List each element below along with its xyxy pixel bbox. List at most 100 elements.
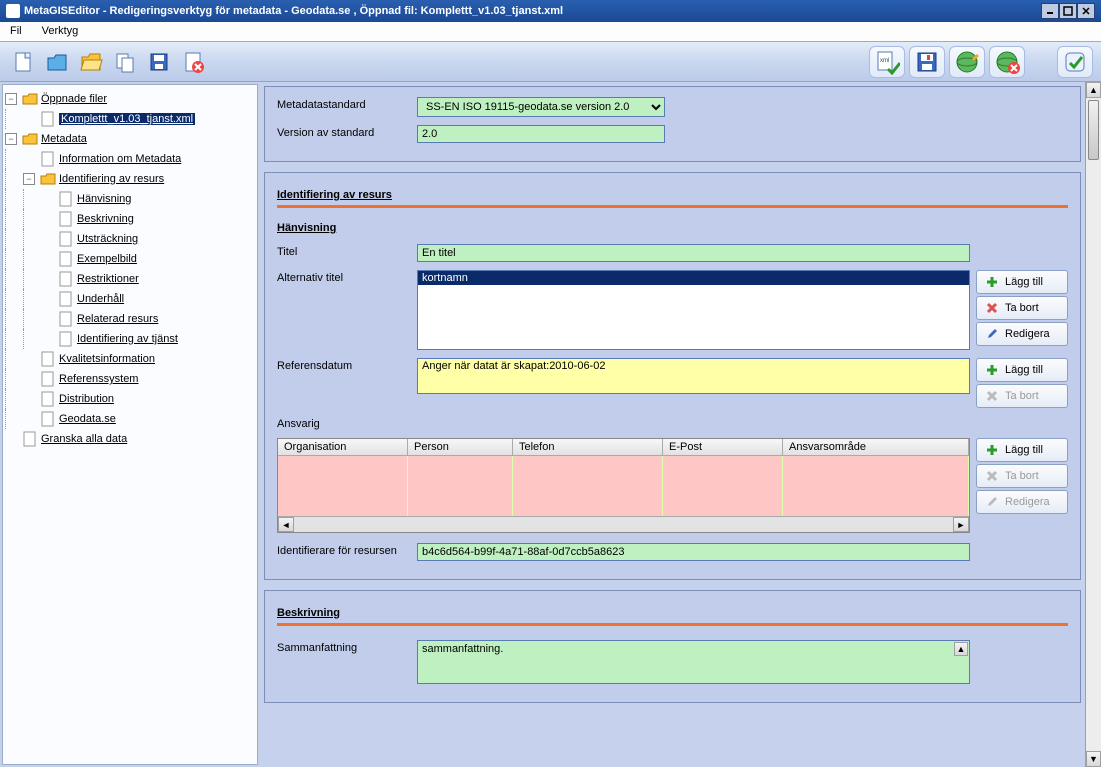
tree-kvalitet[interactable]: Kvalitetsinformation: [59, 353, 155, 365]
table-cell[interactable]: [408, 456, 513, 516]
metadatastandard-select[interactable]: SS-EN ISO 19115-geodata.se version 2.0: [417, 97, 665, 117]
metadatastandard-label: Metadatastandard: [277, 97, 417, 111]
validate-check-button[interactable]: [1057, 46, 1093, 78]
h-scroll-track[interactable]: [294, 517, 953, 532]
new-file-button[interactable]: [8, 47, 38, 77]
col-person[interactable]: Person: [408, 439, 513, 456]
tree-distribution[interactable]: Distribution: [59, 393, 114, 405]
scroll-up-icon[interactable]: ▲: [1086, 82, 1101, 98]
globe-delete-button[interactable]: [989, 46, 1025, 78]
tree-collapse-icon[interactable]: −: [5, 133, 17, 145]
version-standard-label: Version av standard: [277, 125, 417, 139]
folder-open-icon: [22, 91, 38, 107]
sidebar-tree[interactable]: − Öppnade filer Komplettt_v1.03_tjanst.x…: [2, 84, 258, 765]
tree-ident-resurs[interactable]: Identifiering av resurs: [59, 173, 164, 185]
alt-titel-add-button[interactable]: Lägg till: [976, 270, 1068, 294]
table-cell[interactable]: [513, 456, 663, 516]
svg-text:xml: xml: [880, 58, 889, 64]
table-cell[interactable]: [663, 456, 783, 516]
refdatum-listbox[interactable]: Anger när datat är skapat:2010-06-02: [417, 358, 970, 394]
tree-collapse-icon[interactable]: −: [5, 93, 17, 105]
x-icon: [985, 389, 999, 403]
refdatum-item[interactable]: Anger när datat är skapat:2010-06-02: [418, 359, 969, 373]
ansvarig-edit-button[interactable]: Redigera: [976, 490, 1068, 514]
plus-icon: [985, 363, 999, 377]
col-tel[interactable]: Telefon: [513, 439, 663, 456]
ansvarig-add-button[interactable]: Lägg till: [976, 438, 1068, 462]
tree-hanvisning[interactable]: Hänvisning: [77, 193, 131, 205]
minimize-button[interactable]: [1041, 3, 1059, 19]
menu-tools[interactable]: Verktyg: [32, 22, 89, 41]
titel-input[interactable]: [417, 244, 970, 262]
window-title: MetaGISEditor - Redigeringsverktyg för m…: [24, 5, 563, 17]
col-org[interactable]: Organisation: [278, 439, 408, 456]
tree-beskrivning[interactable]: Beskrivning: [77, 213, 134, 225]
refdatum-add-button[interactable]: Lägg till: [976, 358, 1068, 382]
file-icon: [58, 291, 74, 307]
pencil-icon: [985, 327, 999, 341]
titel-label: Titel: [277, 244, 417, 258]
app-icon: [6, 4, 20, 18]
section-title-identifiering: Identifiering av resurs: [277, 189, 1068, 201]
tree-ident-tjanst[interactable]: Identifiering av tjänst: [77, 333, 178, 345]
tree-exempelbild[interactable]: Exempelbild: [77, 253, 137, 265]
tree-utstrackning[interactable]: Utsträckning: [77, 233, 138, 245]
table-cell[interactable]: [278, 456, 408, 516]
file-icon: [58, 191, 74, 207]
tree-geodata[interactable]: Geodata.se: [59, 413, 116, 425]
tree-underhall[interactable]: Underhåll: [77, 293, 124, 305]
alt-titel-listbox[interactable]: kortnamn: [417, 270, 970, 350]
tree-metadata[interactable]: Metadata: [41, 133, 87, 145]
table-cell[interactable]: [783, 456, 969, 516]
tree-info-metadata[interactable]: Information om Metadata: [59, 153, 181, 165]
maximize-button[interactable]: [1059, 3, 1077, 19]
delete-file-button[interactable]: [178, 47, 208, 77]
alt-titel-edit-button[interactable]: Redigera: [976, 322, 1068, 346]
version-standard-field[interactable]: [417, 125, 665, 143]
scroll-track[interactable]: [1086, 98, 1101, 751]
file-icon: [40, 371, 56, 387]
ident-resurs-input[interactable]: [417, 543, 970, 561]
tree-granska[interactable]: Granska alla data: [41, 433, 127, 445]
alt-titel-remove-button[interactable]: Ta bort: [976, 296, 1068, 320]
tree-restriktioner[interactable]: Restriktioner: [77, 273, 139, 285]
tree-opened-files[interactable]: Öppnade filer: [41, 93, 107, 105]
close-button[interactable]: [1077, 3, 1095, 19]
ansvarig-table[interactable]: Organisation Person Telefon E-Post Ansva…: [277, 438, 970, 533]
refdatum-label: Referensdatum: [277, 358, 417, 372]
ansvarig-label: Ansvarig: [277, 416, 417, 430]
x-icon: [985, 469, 999, 483]
tree-collapse-icon[interactable]: −: [23, 173, 35, 185]
copy-button[interactable]: [110, 47, 140, 77]
ansvarig-remove-button[interactable]: Ta bort: [976, 464, 1068, 488]
scroll-down-icon[interactable]: ▼: [1086, 751, 1101, 767]
x-icon: [985, 301, 999, 315]
file-icon: [58, 271, 74, 287]
menu-file[interactable]: Fil: [0, 22, 32, 41]
save-button[interactable]: [144, 47, 174, 77]
xml-validate-button[interactable]: xml: [869, 46, 905, 78]
col-epost[interactable]: E-Post: [663, 439, 783, 456]
open-folder-button[interactable]: [76, 47, 106, 77]
tree-file-1[interactable]: Komplettt_v1.03_tjanst.xml: [59, 113, 195, 125]
scroll-up-icon[interactable]: ▲: [954, 642, 968, 656]
sammanfattning-textarea[interactable]: sammanfattning. ▲: [417, 640, 970, 684]
tree-referenssystem[interactable]: Referenssystem: [59, 373, 138, 385]
alt-titel-item[interactable]: kortnamn: [418, 271, 969, 285]
file-icon: [40, 111, 56, 127]
save-disk-button[interactable]: [909, 46, 945, 78]
tree-relaterad-resurs[interactable]: Relaterad resurs: [77, 313, 158, 325]
section-title-beskrivning: Beskrivning: [277, 607, 1068, 619]
scroll-thumb[interactable]: [1088, 100, 1099, 160]
scroll-right-icon[interactable]: ►: [953, 517, 969, 532]
file-icon: [22, 431, 38, 447]
sammanfattning-label: Sammanfattning: [277, 640, 417, 654]
file-icon: [40, 391, 56, 407]
vertical-scrollbar[interactable]: ▲ ▼: [1085, 82, 1101, 767]
scroll-left-icon[interactable]: ◄: [278, 517, 294, 532]
globe-upload-button[interactable]: [949, 46, 985, 78]
open-file-button[interactable]: [42, 47, 72, 77]
refdatum-remove-button[interactable]: Ta bort: [976, 384, 1068, 408]
col-omrade[interactable]: Ansvarsområde: [783, 439, 969, 456]
folder-open-icon: [22, 131, 38, 147]
